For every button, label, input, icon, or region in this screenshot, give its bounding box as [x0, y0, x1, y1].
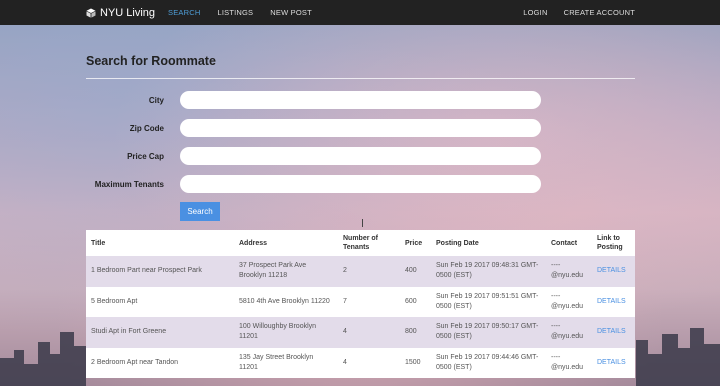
details-link[interactable]: DETAILS	[597, 359, 626, 366]
city-label: City	[148, 95, 164, 105]
cell-posting-date: Sun Feb 19 2017 09:50:17 GMT-0500 (EST)	[436, 323, 539, 341]
cell-tenants: 7	[343, 297, 347, 305]
nav-link-search[interactable]: SEARCH	[168, 8, 200, 17]
page-title: Search for Roommate	[86, 54, 216, 68]
cell-contact: ---- @nyu.edu	[551, 262, 584, 280]
brand-name: NYU Living	[100, 6, 156, 19]
details-link[interactable]: DETAILS	[597, 267, 626, 274]
cell-title: 5 Bedroom Apt	[91, 297, 138, 305]
header-address: Address	[239, 239, 268, 247]
results-table: Title Address Number of Tenants Price Po…	[86, 230, 635, 378]
price-cap-label: Price Cap	[127, 151, 164, 161]
cell-link: DETAILS	[592, 287, 635, 318]
cell-address: 135 Jay Street Brooklyn 11201	[239, 353, 314, 371]
text-cursor	[362, 219, 363, 227]
table-row: 2 Bedroom Apt near Tandon 135 Jay Street…	[86, 347, 635, 379]
table-header-row: Title Address Number of Tenants Price Po…	[86, 230, 635, 256]
cell-contact: ---- @nyu.edu	[551, 353, 584, 371]
title-divider	[86, 78, 635, 79]
nav-link-create-account[interactable]: CREATE ACCOUNT	[564, 8, 635, 17]
cell-address: 5810 4th Ave Brooklyn 11220	[239, 297, 330, 305]
city-row: City	[86, 91, 546, 109]
table-row: Studi Apt in Fort Greene 100 Willoughby …	[86, 317, 635, 348]
cell-address: 100 Willoughby Brooklyn 11201	[239, 323, 317, 341]
header-contact: Contact	[551, 239, 578, 247]
cell-address: 37 Prospect Park Ave Brooklyn 11218	[239, 262, 307, 280]
nav-right: LOGIN CREATE ACCOUNT	[507, 0, 635, 25]
nav-link-listings[interactable]: LISTINGS	[217, 8, 253, 17]
price-cap-row: Price Cap	[86, 147, 546, 165]
cell-tenants: 4	[343, 358, 347, 366]
search-button[interactable]: Search	[180, 202, 220, 221]
brand-logo[interactable]: NYU Living	[86, 0, 155, 25]
header-link-to-posting: Link to Posting	[597, 235, 623, 251]
cell-link: DETAILS	[592, 348, 635, 379]
cell-price: 600	[405, 297, 417, 305]
nav-link-login[interactable]: LOGIN	[523, 8, 547, 17]
cell-title: 1 Bedroom Part near Prospect Park	[91, 267, 202, 275]
cell-price: 1500	[405, 358, 421, 366]
header-posting-date: Posting Date	[436, 239, 479, 247]
cell-price: 800	[405, 328, 417, 336]
maximum-tenants-input[interactable]	[180, 175, 541, 193]
zip-code-label: Zip Code	[129, 123, 164, 133]
header-title: Title	[91, 239, 106, 247]
cell-title: 2 Bedroom Apt near Tandon	[91, 358, 179, 366]
cell-posting-date: Sun Feb 19 2017 09:44:46 GMT-0500 (EST)	[436, 353, 539, 371]
cell-title: Studi Apt in Fort Greene	[91, 328, 167, 336]
top-navbar: NYU Living SEARCH LISTINGS NEW POST LOGI…	[0, 0, 720, 25]
cell-contact: ---- @nyu.edu	[551, 323, 584, 341]
table-row: 5 Bedroom Apt 5810 4th Ave Brooklyn 1122…	[86, 286, 635, 318]
details-link[interactable]: DETAILS	[597, 298, 626, 305]
maximum-tenants-label: Maximum Tenants	[94, 179, 164, 189]
header-price: Price	[405, 239, 423, 247]
table-row: 1 Bedroom Part near Prospect Park 37 Pro…	[86, 256, 635, 287]
maximum-tenants-row: Maximum Tenants	[86, 175, 546, 193]
cell-link: DETAILS	[592, 317, 635, 348]
cell-price: 400	[405, 267, 417, 275]
cell-posting-date: Sun Feb 19 2017 09:48:31 GMT-0500 (EST)	[436, 262, 539, 280]
zip-code-input[interactable]	[180, 119, 541, 137]
nav-left: SEARCH LISTINGS NEW POST	[168, 0, 329, 25]
details-link[interactable]: DETAILS	[597, 328, 626, 335]
cell-contact: ---- @nyu.edu	[551, 292, 584, 310]
header-number-of-tenants: Number of Tenants	[343, 235, 378, 251]
cell-tenants: 2	[343, 267, 347, 275]
cell-posting-date: Sun Feb 19 2017 09:51:51 GMT-0500 (EST)	[436, 292, 539, 310]
zip-code-row: Zip Code	[86, 119, 546, 137]
nav-link-new-post[interactable]: NEW POST	[270, 8, 312, 17]
cell-tenants: 4	[343, 328, 347, 336]
cell-link: DETAILS	[592, 256, 635, 287]
city-input[interactable]	[180, 91, 541, 109]
cube-icon	[86, 8, 96, 18]
price-cap-input[interactable]	[180, 147, 541, 165]
